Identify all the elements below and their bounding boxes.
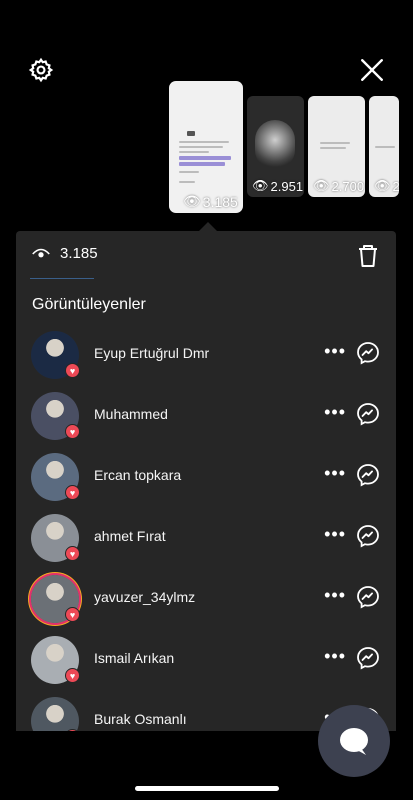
active-story-pointer	[199, 222, 217, 231]
viewer-list: ♥ Eyup Ertuğrul Dmr ••• ♥ Muhammed ••• ♥…	[16, 329, 396, 731]
story-thumbnail[interactable]: 👁 2.700	[308, 96, 365, 197]
viewers-panel: 3.185 Görüntüleyenler ♥ Eyup Ertuğrul Dm…	[16, 231, 396, 731]
section-title: Görüntüleyenler	[32, 296, 146, 313]
avatar[interactable]	[31, 697, 79, 731]
heart-icon: ♥	[65, 668, 80, 683]
more-options-icon[interactable]: •••	[324, 341, 346, 362]
story-view-count: 👁 2	[374, 178, 399, 194]
viewer-row[interactable]: ♥ yavuzer_34ylmz •••	[16, 573, 396, 634]
viewer-row[interactable]: ♥ ahmet Fırat •••	[16, 512, 396, 573]
story-view-count: 👁 2.700	[313, 178, 365, 194]
viewer-username[interactable]: ahmet Fırat	[94, 528, 166, 544]
views-count: 3.185	[60, 245, 98, 262]
eye-icon: 👁	[252, 178, 269, 193]
viewer-username[interactable]: Ismail Arıkan	[94, 650, 174, 666]
eye-icon: 👁	[313, 178, 330, 193]
viewer-username[interactable]: Burak Osmanlı	[94, 711, 187, 727]
story-view-count: 👁 2.951	[252, 178, 304, 194]
heart-icon: ♥	[65, 607, 80, 622]
viewer-username[interactable]: Eyup Ertuğrul Dmr	[94, 345, 209, 361]
story-view-count: 👁 3.185	[183, 193, 238, 210]
heart-icon: ♥	[65, 485, 80, 500]
views-summary: 3.185	[32, 245, 98, 262]
more-options-icon[interactable]: •••	[324, 463, 346, 484]
close-icon[interactable]	[359, 57, 385, 83]
heart-icon: ♥	[65, 546, 80, 561]
story-thumbnail-active[interactable]: 👁 3.185	[169, 81, 243, 213]
viewer-username[interactable]: yavuzer_34ylmz	[94, 589, 195, 605]
viewer-username[interactable]: Muhammed	[94, 406, 168, 422]
more-options-icon[interactable]: •••	[324, 646, 346, 667]
eye-icon: 👁	[374, 178, 391, 193]
messenger-icon[interactable]	[356, 524, 380, 548]
viewer-row[interactable]: ♥ Ismail Arıkan •••	[16, 634, 396, 695]
more-options-icon[interactable]: •••	[324, 585, 346, 606]
viewer-row[interactable]: ♥ Eyup Ertuğrul Dmr •••	[16, 329, 396, 390]
more-options-icon[interactable]: •••	[324, 402, 346, 423]
heart-icon: ♥	[65, 363, 80, 378]
gear-icon[interactable]	[28, 57, 54, 83]
eye-icon: 👁	[183, 193, 201, 209]
viewer-row[interactable]: ♥ Ercan topkara •••	[16, 451, 396, 512]
messenger-icon[interactable]	[356, 341, 380, 365]
chat-fab[interactable]	[318, 705, 390, 777]
viewer-username[interactable]: Ercan topkara	[94, 467, 181, 483]
story-thumbnail[interactable]: 👁 2	[369, 96, 399, 197]
more-options-icon[interactable]: •••	[324, 524, 346, 545]
story-thumbnail[interactable]: 👁 2.951	[247, 96, 304, 197]
messenger-icon[interactable]	[356, 646, 380, 670]
messenger-icon[interactable]	[356, 463, 380, 487]
trash-icon[interactable]	[357, 244, 379, 268]
eye-icon	[32, 248, 50, 257]
messenger-icon[interactable]	[356, 402, 380, 426]
viewer-row[interactable]: ♥ Muhammed •••	[16, 390, 396, 451]
heart-icon: ♥	[65, 424, 80, 439]
messenger-icon[interactable]	[356, 585, 380, 609]
home-indicator	[135, 786, 279, 791]
views-tab-underline	[30, 278, 94, 279]
chat-bubble-icon	[340, 728, 368, 755]
